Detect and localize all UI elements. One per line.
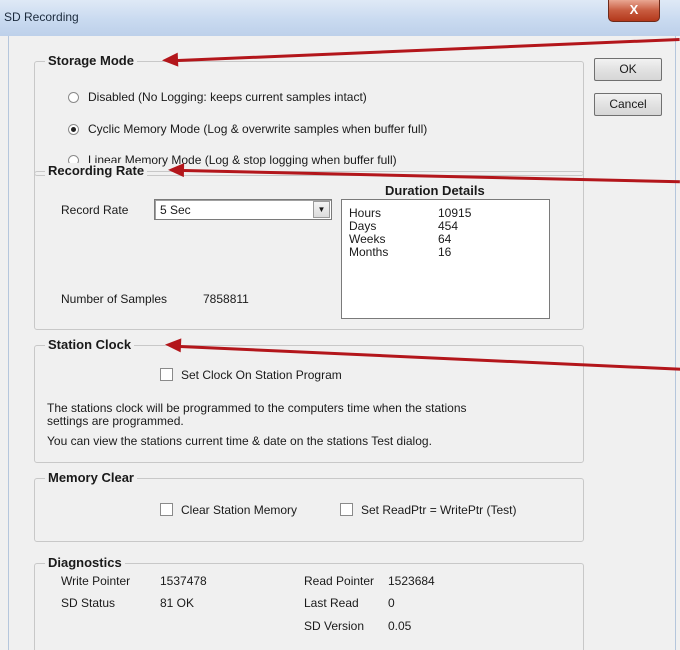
duration-hours-value: 10915: [438, 206, 472, 220]
set-readptr-checkbox[interactable]: [340, 503, 353, 516]
duration-weeks-value: 64: [438, 232, 452, 246]
sd-version-label: SD Version: [304, 619, 365, 633]
clock-info-line1: The stations clock will be programmed to…: [47, 401, 467, 415]
annotation-arrow-head-storage: [161, 52, 179, 68]
diagnostics-title: Diagnostics: [45, 555, 125, 570]
sd-version-value: 0.05: [388, 619, 412, 633]
annotation-arrow-head-rate: [167, 162, 185, 178]
window-title: SD Recording: [4, 10, 79, 24]
close-button[interactable]: X: [608, 0, 660, 22]
record-rate-label: Record Rate: [61, 203, 129, 217]
ok-button[interactable]: OK: [594, 58, 662, 81]
set-readptr-label[interactable]: Set ReadPtr = WritePtr (Test): [361, 503, 517, 517]
duration-days-label: Days: [349, 219, 377, 233]
duration-weeks-label: Weeks: [349, 232, 386, 246]
last-read-value: 0: [388, 596, 395, 610]
cancel-button[interactable]: Cancel: [594, 93, 662, 116]
write-pointer-value: 1537478: [160, 574, 207, 588]
clock-info-line2: settings are programmed.: [47, 414, 184, 428]
write-pointer-label: Write Pointer: [61, 574, 131, 588]
set-clock-checkbox[interactable]: [160, 368, 173, 381]
station-clock-title: Station Clock: [45, 337, 135, 352]
clear-memory-checkbox[interactable]: [160, 503, 173, 516]
memory-clear-title: Memory Clear: [45, 470, 137, 485]
recording-rate-title: Recording Rate: [45, 163, 148, 178]
record-rate-value: 5 Sec: [160, 203, 191, 217]
duration-details-box: Hours 10915 Days 454 Weeks 64 Months 16: [341, 199, 550, 319]
storage-mode-title: Storage Mode: [45, 53, 137, 68]
read-pointer-value: 1523684: [388, 574, 435, 588]
duration-details-title: Duration Details: [385, 183, 485, 198]
radio-cyclic-label[interactable]: Cyclic Memory Mode (Log & overwrite samp…: [88, 122, 427, 136]
radio-cyclic[interactable]: [68, 124, 79, 135]
clear-memory-label[interactable]: Clear Station Memory: [181, 503, 297, 517]
last-read-label: Last Read: [304, 596, 359, 610]
set-clock-label[interactable]: Set Clock On Station Program: [181, 368, 342, 382]
annotation-arrow-head-clock: [164, 337, 182, 353]
title-bar: SD Recording X: [0, 0, 680, 37]
chevron-down-icon[interactable]: ▼: [313, 201, 330, 218]
sd-status-value: 81 OK: [160, 596, 195, 610]
duration-months-label: Months: [349, 245, 389, 259]
duration-months-value: 16: [438, 245, 452, 259]
record-rate-select[interactable]: 5 Sec ▼: [154, 199, 332, 220]
close-icon: X: [629, 2, 639, 17]
clock-info-line3: You can view the stations current time &…: [47, 434, 432, 448]
sd-status-label: SD Status: [61, 596, 116, 610]
samples-label: Number of Samples: [61, 292, 168, 306]
radio-disabled-label[interactable]: Disabled (No Logging: keeps current samp…: [88, 90, 367, 104]
duration-days-value: 454: [438, 219, 459, 233]
samples-value: 7858811: [203, 292, 249, 306]
read-pointer-label: Read Pointer: [304, 574, 375, 588]
radio-disabled[interactable]: [68, 92, 79, 103]
duration-hours-label: Hours: [349, 206, 382, 220]
